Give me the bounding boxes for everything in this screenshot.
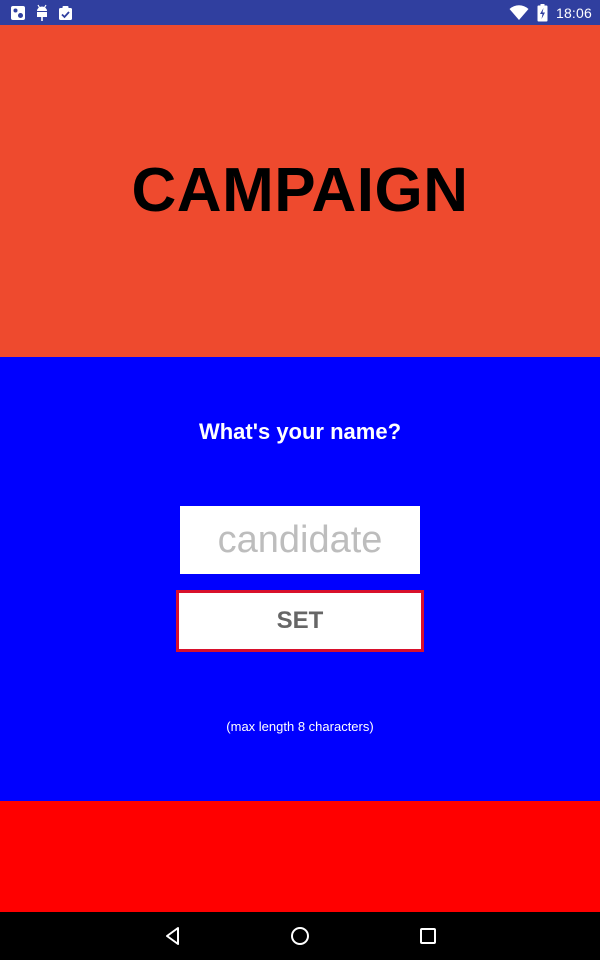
name-input[interactable] — [180, 506, 420, 574]
set-button-label: SET — [276, 607, 324, 634]
footer-band — [0, 801, 600, 912]
back-icon[interactable] — [161, 924, 185, 948]
clock: 18:06 — [555, 4, 592, 21]
page-title: CAMPAIGN — [131, 155, 469, 225]
home-icon[interactable] — [288, 924, 312, 948]
android-debug-icon — [35, 4, 49, 21]
clipboard-check-icon — [58, 5, 73, 21]
navigation-bar — [0, 912, 600, 960]
wifi-icon — [509, 4, 529, 21]
status-bar: 18:06 — [0, 0, 600, 25]
recents-icon[interactable] — [416, 924, 440, 948]
name-form-panel: What's your name? SET (max length 8 char… — [0, 357, 600, 801]
system-status: 18:06 — [509, 2, 592, 23]
battery-charging-icon — [537, 3, 548, 22]
name-question-label: What's your name? — [198, 419, 402, 444]
max-length-hint: (max length 8 characters) — [226, 719, 374, 734]
set-button[interactable]: SET — [176, 590, 424, 652]
header-panel: CAMPAIGN — [0, 25, 600, 357]
photo-app-icon — [10, 5, 26, 21]
notification-icons — [10, 4, 73, 21]
